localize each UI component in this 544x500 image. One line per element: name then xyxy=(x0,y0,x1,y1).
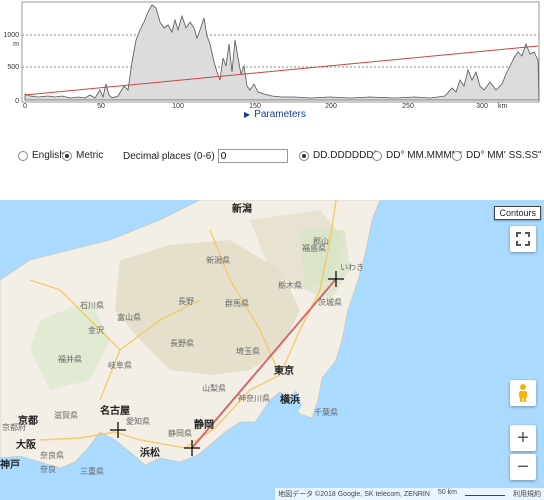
label-aichi: 愛知県 xyxy=(126,417,150,426)
label-kanagawa: 神奈川県 xyxy=(238,394,270,403)
city-hamamatsu: 浜松 xyxy=(140,448,160,459)
decimal-places-input[interactable] xyxy=(217,149,288,163)
contours-toggle-button[interactable]: Contours xyxy=(494,206,541,220)
label-fukui: 福井県 xyxy=(58,355,82,364)
label-koriyama: 郡山 xyxy=(313,237,329,246)
y-tick-500: 500 xyxy=(7,64,19,71)
map-canvas[interactable] xyxy=(0,200,544,500)
radio-ddmm[interactable] xyxy=(372,150,382,161)
unit-metric-option[interactable]: Metric xyxy=(62,150,103,161)
unit-english-option[interactable]: English xyxy=(18,150,65,161)
city-niigata: 新潟 xyxy=(232,204,252,215)
label-niigata-pref: 新潟県 xyxy=(206,256,230,265)
city-tokyo: 東京 xyxy=(274,366,294,377)
attribution-text: 地図データ ©2018 Google, SK telecom, ZENRIN xyxy=(278,491,430,498)
x-tick-250: 250 xyxy=(402,103,414,110)
radio-metric[interactable] xyxy=(62,150,72,161)
label-nara: 奈良 xyxy=(40,465,56,474)
label-toyama: 富山県 xyxy=(117,313,141,322)
label-iwaki: いわき xyxy=(340,263,364,272)
city-kobe: 神戸 xyxy=(0,460,20,471)
parameters-link[interactable]: ▶ Parameters xyxy=(244,109,306,120)
label-nagano-pref: 長野県 xyxy=(170,339,194,348)
format-ddmm-option[interactable]: DD° MM.MMMM' xyxy=(372,150,462,161)
pegman-icon xyxy=(519,384,527,402)
city-osaka: 大阪 xyxy=(16,440,36,451)
parameters-label: Parameters xyxy=(254,109,306,120)
zoom-out-button[interactable]: − xyxy=(510,454,536,480)
elevation-profile-chart: 1000 m 500 0 0 50 100 150 200 250 300 km xyxy=(3,1,540,110)
radio-dd[interactable] xyxy=(299,150,309,161)
settings-bar: English Metric Decimal places (0-6) DD.D… xyxy=(0,149,544,164)
format-ddmmss-label: DD° MM' SS.SS" xyxy=(466,150,542,161)
radio-english[interactable] xyxy=(18,150,28,161)
map-view[interactable]: 新潟 福島県 郡山 いわき 新潟県 栃木県 茨城県 群馬県 長野 富山県 石川県… xyxy=(0,200,544,500)
y-unit-label: m xyxy=(13,41,19,48)
fullscreen-icon xyxy=(516,232,530,246)
label-tochigi: 栃木県 xyxy=(278,281,302,290)
x-tick-0: 0 xyxy=(23,103,27,110)
radio-ddmmss[interactable] xyxy=(452,150,462,161)
x-unit-label: km xyxy=(498,103,508,110)
terms-link[interactable]: 利用規約 xyxy=(513,489,541,499)
label-yamanashi: 山梨県 xyxy=(202,384,226,393)
decimal-places-group: Decimal places (0-6) xyxy=(123,149,288,163)
label-gifu: 岐阜県 xyxy=(108,361,132,370)
label-chiba: 千葉県 xyxy=(314,408,338,417)
zoom-out-icon: − xyxy=(517,455,529,478)
x-tick-50: 50 xyxy=(97,103,105,110)
label-ibaraki: 茨城県 xyxy=(318,298,342,307)
label-saitama: 埼玉県 xyxy=(236,347,260,356)
label-kyoto-pref: 京都府 xyxy=(2,423,26,432)
scale-bar xyxy=(465,489,505,496)
format-dd-label: DD.DDDDDD° xyxy=(313,150,378,161)
unit-metric-label: Metric xyxy=(76,150,104,161)
label-kanazawa: 金沢 xyxy=(88,326,104,335)
city-yokohama: 横浜 xyxy=(280,395,300,406)
label-nagano-city: 長野 xyxy=(178,297,194,306)
x-tick-200: 200 xyxy=(325,103,337,110)
label-gunma: 群馬県 xyxy=(225,299,249,308)
contours-label: Contours xyxy=(499,208,536,218)
city-nagoya: 名古屋 xyxy=(100,406,130,417)
zoom-in-button[interactable]: + xyxy=(510,425,536,451)
map-attribution: 地図データ ©2018 Google, SK telecom, ZENRIN 5… xyxy=(275,488,544,500)
label-mie: 三重県 xyxy=(80,467,104,476)
unit-english-label: English xyxy=(32,150,65,161)
format-ddmm-label: DD° MM.MMMM' xyxy=(386,150,462,161)
fullscreen-button[interactable] xyxy=(510,226,536,252)
y-tick-0: 0 xyxy=(15,98,19,105)
format-ddmmss-option[interactable]: DD° MM' SS.SS" xyxy=(452,150,542,161)
format-dd-option[interactable]: DD.DDDDDD° xyxy=(299,150,378,161)
city-shizuoka: 静岡 xyxy=(194,420,214,431)
x-tick-300: 300 xyxy=(476,103,488,110)
street-view-pegman-button[interactable] xyxy=(510,380,536,406)
y-tick-1000: 1000 xyxy=(3,32,19,39)
label-ishikawa: 石川県 xyxy=(80,301,104,310)
label-nara-pref: 奈良県 xyxy=(40,451,64,460)
label-shizuoka-pref: 静岡県 xyxy=(168,429,192,438)
label-shiga: 滋賀県 xyxy=(54,411,78,420)
zoom-in-icon: + xyxy=(517,426,529,449)
expand-triangle-icon: ▶ xyxy=(244,110,251,119)
decimal-places-label: Decimal places (0-6) xyxy=(123,150,215,162)
x-tick-100: 100 xyxy=(172,103,184,110)
scale-label: 50 km xyxy=(437,489,457,496)
